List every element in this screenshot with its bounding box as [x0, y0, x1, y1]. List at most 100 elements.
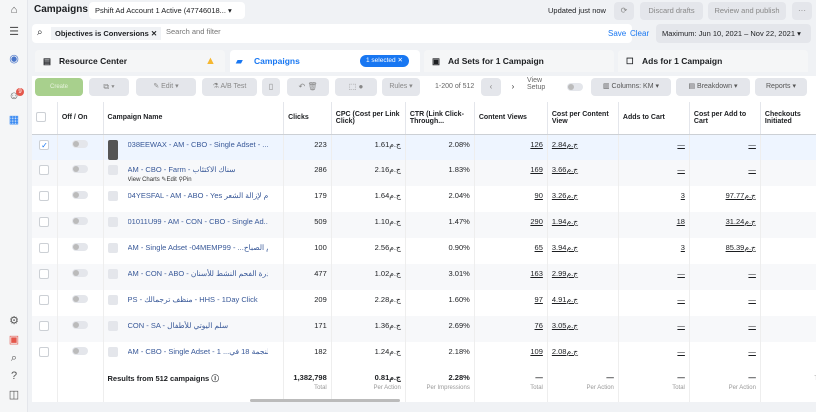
cost-per-atc-cell[interactable]: —	[748, 140, 756, 149]
campaign-toggle[interactable]	[72, 217, 89, 225]
campaign-name-link[interactable]: CON - SA - سلم اليوتي للأطفال	[128, 321, 229, 330]
campaign-toggle[interactable]	[72, 165, 89, 173]
tab-ad-sets[interactable]: ▣ Ad Sets for 1 Campaign	[424, 50, 614, 72]
row-checkbox[interactable]	[39, 217, 50, 227]
adds-to-cart-cell[interactable]: —	[677, 295, 685, 304]
cost-per-cv-link[interactable]: 4.91ج.م	[552, 295, 578, 304]
content-views-link[interactable]: 169	[530, 165, 543, 174]
campaign-toggle[interactable]	[72, 295, 89, 303]
cost-per-cv-link[interactable]: 3.66ج.م	[552, 165, 578, 174]
cost-per-cv-link[interactable]: 2.99ج.م	[552, 269, 578, 278]
account-selector[interactable]: Pshift Ad Account 1 Active (47746018... …	[89, 2, 245, 19]
help-icon[interactable]: ?	[6, 370, 22, 382]
col-header[interactable]: Checkouts Initiated	[760, 102, 816, 135]
selected-badge[interactable]: 1 selected ✕	[360, 55, 409, 67]
col-header[interactable]: Cost per Add to Cart	[689, 102, 761, 135]
cost-per-atc-cell[interactable]: —	[748, 347, 756, 356]
col-header[interactable]: Clicks	[283, 102, 332, 135]
create-button[interactable]: Create	[35, 78, 83, 96]
content-views-link[interactable]: 65	[535, 243, 543, 252]
col-header[interactable]: Adds to Cart	[618, 102, 690, 135]
horizontal-scrollbar[interactable]	[250, 399, 400, 402]
row-checkbox[interactable]: ✓	[39, 139, 50, 150]
campaign-name-link[interactable]: AM - CON - ABO - بودرة الفحم النشط للأسن…	[128, 269, 268, 278]
view-setup-toggle[interactable]	[567, 83, 583, 91]
home-icon[interactable]: ⌂	[6, 4, 22, 16]
breakdown-button[interactable]: ▤ Breakdown ▾	[676, 78, 750, 96]
cost-per-atc-cell[interactable]: 85.39ج.م	[726, 243, 756, 252]
select-all-checkbox[interactable]	[36, 111, 46, 122]
refresh-button[interactable]: ⟳	[614, 2, 634, 20]
campaign-toggle[interactable]	[72, 243, 89, 251]
tab-campaigns[interactable]: ▰ Campaigns 1 selected ✕	[230, 50, 420, 72]
date-range-picker[interactable]: Maximum: Jun 10, 2021 – Nov 22, 2021 ▾	[656, 24, 811, 43]
edit-button[interactable]: ✎ Edit ▾	[136, 78, 196, 96]
campaign-name-link[interactable]: 038EEWAX - AM - CBO - Single Adset - ...	[128, 140, 268, 149]
campaign-name-link[interactable]: PS - منظف ترجمالك - HHS - 1Day Click	[128, 295, 258, 304]
search-filter-bar[interactable]: ⌕ Objectives is Conversions ✕ Save	[32, 24, 632, 43]
cost-per-cv-link[interactable]: 1.94ج.م	[552, 217, 578, 226]
tag-button[interactable]: ⬚ ●	[335, 78, 377, 96]
content-views-link[interactable]: 290	[530, 217, 543, 226]
columns-button[interactable]: ▥ Columns: KM ▾	[591, 78, 671, 96]
table-row[interactable]: AM - CBO - Farm - سناك الاكتئاب View Char…	[32, 160, 816, 186]
alerts-icon[interactable]: ▣	[6, 333, 22, 346]
search-input[interactable]	[166, 27, 466, 36]
col-header[interactable]: CPC (Cost per Link Click)	[331, 102, 406, 135]
cost-per-cv-link[interactable]: 3.94ج.م	[552, 243, 578, 252]
campaign-name-link[interactable]: AM - Single Adset -04MEMP99 - ...ظم الصب…	[128, 243, 268, 252]
cost-per-cv-link[interactable]: 3.05ج.م	[552, 321, 578, 330]
content-views-link[interactable]: 97	[535, 295, 543, 304]
cost-per-atc-cell[interactable]: 97.77ج.م	[726, 191, 756, 200]
save-filter-link[interactable]: Save	[608, 29, 626, 38]
search-icon[interactable]: ⌕	[6, 352, 22, 365]
undo-delete-button[interactable]: ↶ 🗑	[287, 78, 329, 96]
row-checkbox[interactable]	[39, 321, 50, 331]
menu-icon[interactable]: ☰	[6, 25, 22, 38]
table-row[interactable]: AM - Single Adset -04MEMP99 - ...ظم الصب…	[32, 238, 816, 264]
cost-per-atc-cell[interactable]: —	[748, 295, 756, 304]
campaign-toggle[interactable]	[72, 347, 89, 355]
table-row[interactable]: ✓ 038EEWAX - AM - CBO - Single Adset - .…	[32, 134, 816, 160]
adds-to-cart-cell[interactable]: —	[677, 321, 685, 330]
row-checkbox[interactable]	[39, 165, 50, 175]
adds-to-cart-cell[interactable]: 18	[677, 217, 685, 226]
cost-per-atc-cell[interactable]: —	[748, 269, 756, 278]
content-views-link[interactable]: 90	[535, 191, 543, 200]
prev-page-button[interactable]: ‹	[481, 78, 501, 96]
adds-to-cart-cell[interactable]: —	[677, 347, 685, 356]
campaign-name-link[interactable]: AM - CBO - Single Adset - 1 ...لية النجم…	[128, 347, 268, 356]
campaign-toggle[interactable]	[72, 139, 89, 148]
review-publish-button[interactable]: Review and publish	[708, 2, 786, 20]
campaign-name-link[interactable]: AM - CBO - Farm - سناك الاكتئاب	[128, 165, 236, 174]
info-icon[interactable]: ⓘ	[211, 374, 219, 383]
content-views-link[interactable]: 126	[530, 140, 543, 149]
campaign-toggle[interactable]	[72, 269, 89, 277]
content-views-link[interactable]: 76	[535, 321, 543, 330]
campaign-toggle[interactable]	[72, 191, 89, 199]
tab-ads[interactable]: ☐ Ads for 1 Campaign	[618, 50, 808, 72]
select-all[interactable]	[32, 102, 58, 135]
adds-to-cart-cell[interactable]: —	[677, 165, 685, 174]
cost-per-cv-link[interactable]: 2.84ج.م	[552, 140, 578, 149]
cost-per-cv-link[interactable]: 3.26ج.م	[552, 191, 578, 200]
table-row[interactable]: CON - SA - سلم اليوتي للأطفال 171 1.36ج.…	[32, 316, 816, 342]
tab-resource-center[interactable]: ▤ Resource Center ▲	[35, 50, 225, 72]
duplicate-button[interactable]: ⧉ ▾	[89, 78, 129, 96]
row-checkbox[interactable]	[39, 347, 50, 357]
col-header[interactable]: Campaign Name	[103, 102, 285, 135]
row-checkbox[interactable]	[39, 191, 50, 201]
settings-icon[interactable]: ⚙	[6, 314, 22, 327]
next-page-button[interactable]: ›	[503, 78, 523, 96]
content-views-link[interactable]: 109	[530, 347, 543, 356]
discard-drafts-button[interactable]: Discard drafts	[640, 2, 703, 20]
col-header[interactable]: Content Views	[474, 102, 548, 135]
campaign-toggle[interactable]	[72, 321, 89, 329]
account-avatar[interactable]: ◉	[6, 52, 22, 65]
adds-to-cart-cell[interactable]: 3	[681, 243, 685, 252]
view-charts-link[interactable]: View Charts	[128, 177, 160, 183]
content-views-link[interactable]: 163	[530, 269, 543, 278]
reports-button[interactable]: Reports ▾	[755, 78, 807, 96]
campaigns-table-icon[interactable]: ▦	[6, 113, 22, 126]
panel-icon[interactable]: ◫	[6, 388, 22, 401]
